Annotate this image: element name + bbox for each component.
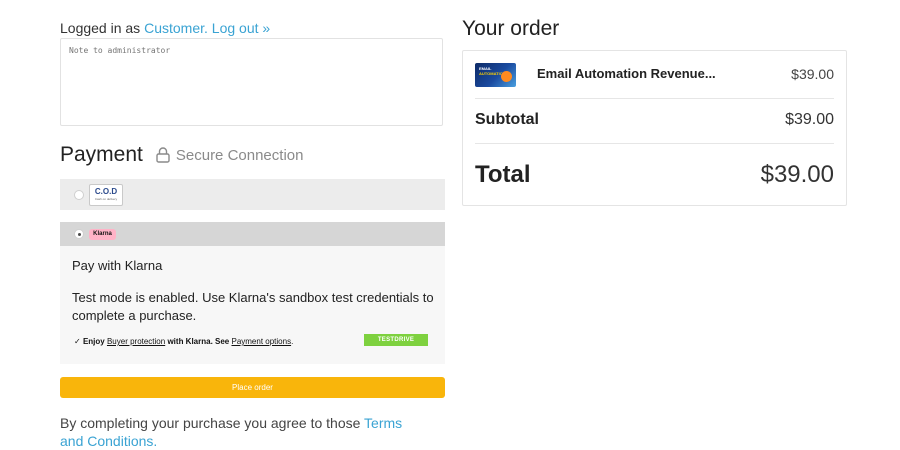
checkmark-icon: ✓ xyxy=(74,337,81,346)
product-thumbnail: EMAIL AUTOMATION xyxy=(475,63,516,87)
account-link[interactable]: Customer. xyxy=(144,20,208,36)
total-value: $39.00 xyxy=(760,161,834,188)
klarna-title: Pay with Klarna xyxy=(72,258,163,273)
product-price: $39.00 xyxy=(791,66,834,82)
admin-note-field[interactable] xyxy=(60,38,443,126)
login-status: Logged in as Customer. Log out » xyxy=(60,20,270,36)
klarna-radio[interactable] xyxy=(74,229,84,239)
lock-icon xyxy=(156,147,170,163)
thumbnail-graphic xyxy=(501,71,512,82)
subtotal-label: Subtotal xyxy=(475,111,539,128)
secure-connection-label: Secure Connection xyxy=(175,146,304,164)
terms-prefix: By completing your purchase you agree to… xyxy=(60,415,361,431)
payment-title: Payment xyxy=(60,143,143,166)
testdrive-badge: TESTDRIVE xyxy=(364,334,428,346)
order-summary-box: EMAIL AUTOMATION Email Automation Revenu… xyxy=(462,50,847,206)
logout-link[interactable]: Log out » xyxy=(212,20,270,36)
payment-options-link[interactable]: Payment options xyxy=(231,337,291,346)
product-name: Email Automation Revenue... xyxy=(537,66,716,81)
cod-logo-subtext: Cash on delivery xyxy=(94,197,118,201)
klarna-benefits: ✓ Enjoy Buyer protection with Klarna. Se… xyxy=(74,337,293,346)
klarna-logo: Klarna xyxy=(89,229,116,240)
benefits-period: . xyxy=(291,337,294,346)
with-klarna-text: with Klarna. See xyxy=(167,337,230,346)
total-label: Total xyxy=(475,161,531,188)
subtotal-value: $39.00 xyxy=(785,111,834,128)
buyer-protection-link[interactable]: Buyer protection xyxy=(107,337,165,346)
logged-in-prefix: Logged in as xyxy=(60,20,141,36)
cod-radio[interactable] xyxy=(74,190,84,200)
cod-logo-text: C.O.D xyxy=(94,187,118,196)
order-title: Your order xyxy=(462,17,560,40)
payment-header: Payment Secure Connection xyxy=(60,143,303,167)
payment-method-cod[interactable]: C.O.D Cash on delivery xyxy=(60,179,445,210)
place-order-button[interactable]: Place order xyxy=(60,377,445,398)
klarna-details: Pay with Klarna Test mode is enabled. Us… xyxy=(60,246,445,364)
divider xyxy=(475,98,834,99)
enjoy-prefix: Enjoy xyxy=(82,337,105,346)
terms-notice: By completing your purchase you agree to… xyxy=(60,414,420,450)
cod-logo: C.O.D Cash on delivery xyxy=(89,184,123,206)
klarna-test-mode-text: Test mode is enabled. Use Klarna's sandb… xyxy=(72,290,434,323)
divider xyxy=(475,143,834,144)
payment-method-klarna[interactable]: Klarna xyxy=(60,222,445,246)
